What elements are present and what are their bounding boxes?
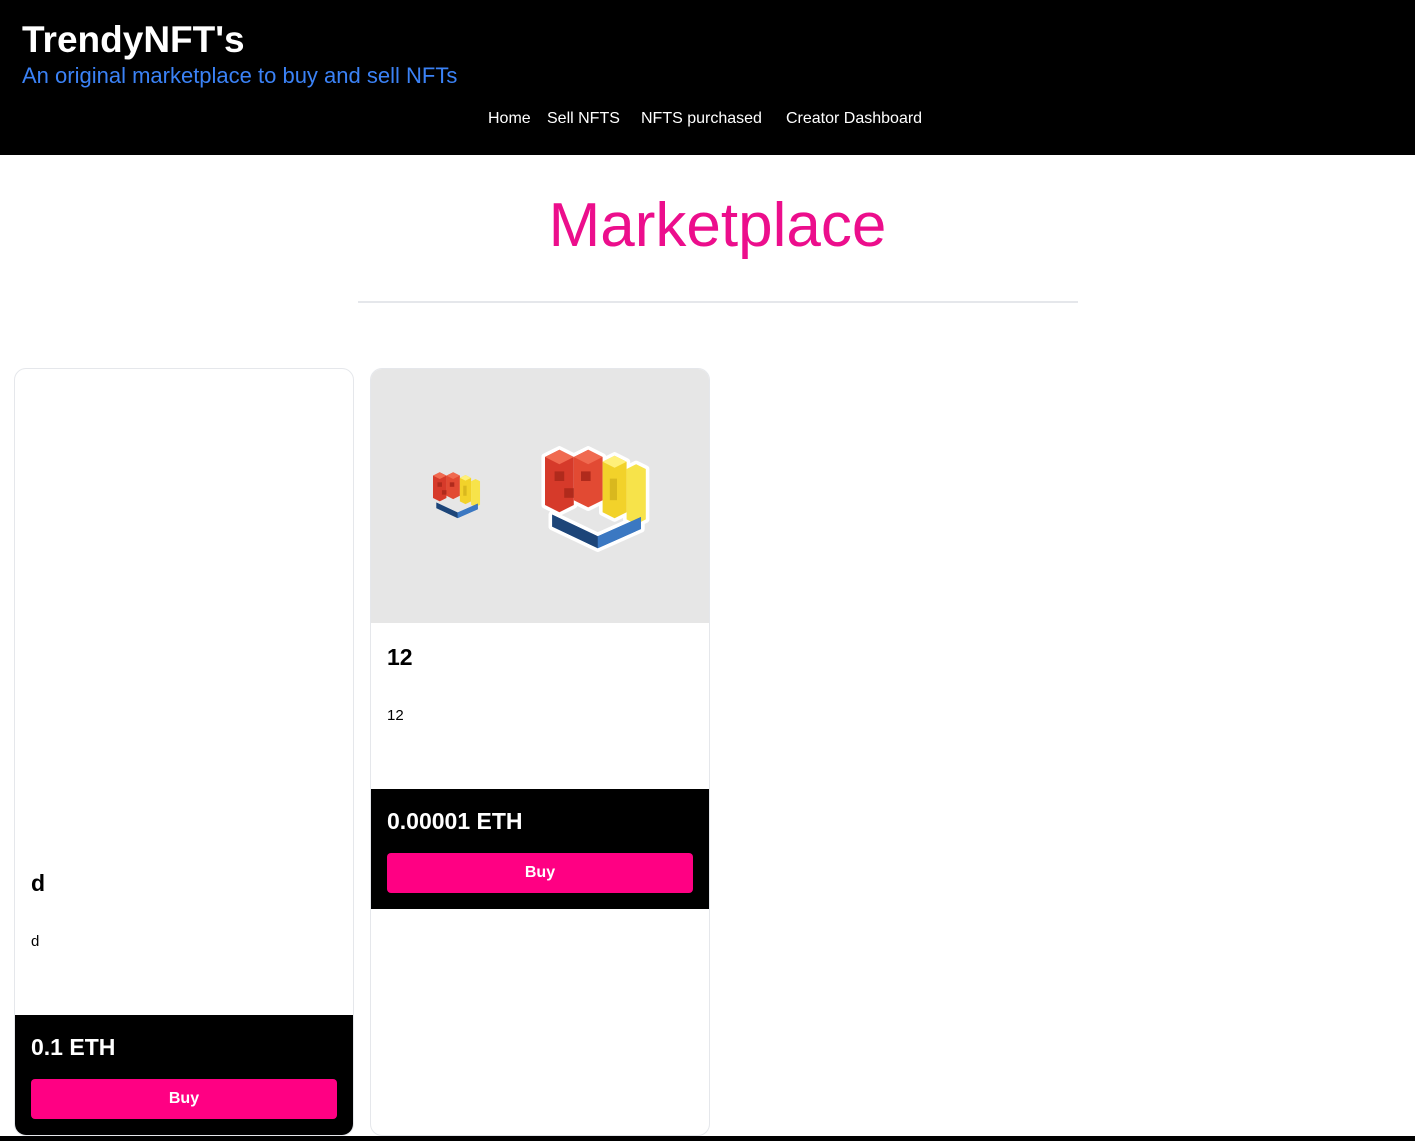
site-title: TrendyNFT's (22, 19, 245, 60)
divider (358, 301, 1078, 303)
bottom-edge (0, 1136, 1415, 1141)
nft-description: d (31, 933, 40, 950)
nav-nfts-purchased[interactable]: NFTS purchased (641, 109, 762, 129)
nft-name: 12 (387, 644, 413, 670)
nft-price: 0.1 ETH (31, 1034, 116, 1060)
price-footer: 0.1 ETH Buy (15, 1015, 353, 1135)
nav-sell-nfts[interactable]: Sell NFTS (547, 109, 620, 129)
nft-description: 12 (387, 707, 404, 724)
site-header: TrendyNFT's An original marketplace to b… (0, 0, 1415, 155)
page-title: Marketplace (548, 191, 887, 260)
nft-card: 12 12 0.00001 ETH Buy (370, 368, 710, 1136)
buy-button[interactable]: Buy (31, 1079, 337, 1119)
nav-creator-dashboard[interactable]: Creator Dashboard (786, 109, 922, 129)
nav-home[interactable]: Home (488, 109, 531, 129)
site-tagline: An original marketplace to buy and sell … (22, 63, 458, 88)
matlab-logo-icon (433, 369, 709, 623)
price-footer: 0.00001 ETH Buy (371, 789, 709, 909)
nft-card: d d 0.1 ETH Buy (14, 368, 354, 1136)
nft-price: 0.00001 ETH (387, 808, 523, 834)
nft-image[interactable] (371, 369, 709, 623)
nft-name: d (31, 870, 46, 896)
buy-button[interactable]: Buy (387, 853, 693, 893)
